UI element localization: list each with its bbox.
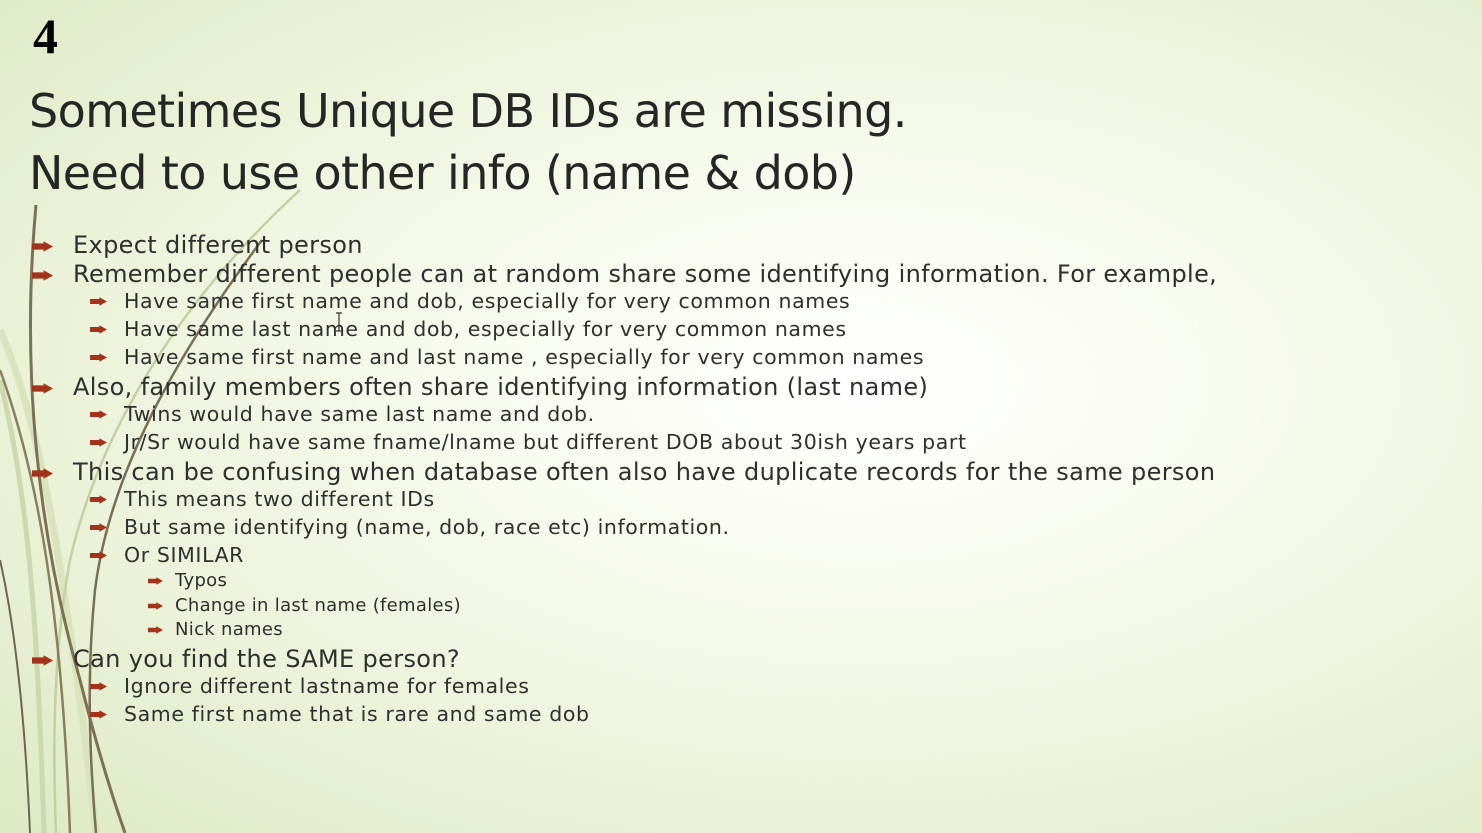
arrow-bullet-icon (90, 353, 107, 362)
bullet-item: Or SIMILAR (0, 541, 1482, 569)
bullet-text: Have same first name and dob, especially… (124, 289, 851, 313)
bullet-item: Have same first name and dob, especially… (0, 287, 1482, 315)
arrow-bullet-icon (90, 551, 107, 560)
bullet-item: Expect different person (0, 229, 1482, 259)
bullet-item: This can be confusing when database ofte… (0, 456, 1482, 486)
bullet-item: Have same last name and dob, especially … (0, 315, 1482, 343)
arrow-bullet-icon (148, 601, 163, 610)
text-cursor-icon (336, 312, 342, 332)
arrow-bullet-icon (90, 297, 107, 306)
bullet-item: Have same first name and last name , esp… (0, 343, 1482, 371)
bullet-item: But same identifying (name, dob, race et… (0, 513, 1482, 541)
arrow-bullet-icon (32, 383, 53, 394)
arrow-bullet-icon (32, 654, 53, 666)
bullet-item: Typos (0, 569, 1482, 594)
bullet-item: Also, family members often share identif… (0, 371, 1482, 401)
bullet-text: Nick names (175, 619, 283, 640)
bullet-item: This means two different IDs (0, 485, 1482, 513)
arrow-bullet-icon (32, 241, 53, 252)
bullet-item: Same first name that is rare and same do… (0, 700, 1482, 728)
bullet-text: Change in last name (females) (175, 594, 461, 616)
slide-title-line: Sometimes Unique DB IDs are missing. (29, 84, 907, 138)
slide-title: Sometimes Unique DB IDs are missing. Nee… (29, 80, 907, 204)
bullet-text: Also, family members often share identif… (73, 373, 929, 401)
bullet-item: Remember different people can at random … (0, 258, 1482, 288)
slide: 4 Sometimes Unique DB IDs are missing. N… (0, 0, 1482, 833)
arrow-bullet-icon (90, 523, 107, 532)
bullet-text: This means two different IDs (124, 487, 435, 511)
bullet-text: Typos (175, 570, 228, 591)
arrow-bullet-icon (90, 709, 107, 719)
arrow-bullet-icon (90, 495, 107, 504)
bullet-item: Nick names (0, 618, 1482, 643)
bullet-text: Jr/Sr would have same fname/lname but di… (124, 430, 967, 454)
bullet-text: Have same first name and last name , esp… (124, 345, 925, 369)
bullet-text: Or SIMILAR (124, 543, 245, 567)
slide-number: 4 (33, 8, 58, 64)
bullet-text: Expect different person (73, 231, 363, 259)
arrow-bullet-icon (90, 438, 107, 447)
slide-title-line: Need to use other info (name & dob) (29, 146, 856, 200)
bullet-item: Ignore different lastname for females (0, 672, 1482, 700)
arrow-bullet-icon (90, 325, 107, 334)
arrow-bullet-icon (32, 270, 53, 281)
arrow-bullet-icon (148, 577, 163, 585)
bullet-text: Same first name that is rare and same do… (124, 701, 590, 726)
bullet-item: Can you find the SAME person? (0, 643, 1482, 673)
arrow-bullet-icon (32, 468, 53, 479)
bullet-item: Twins would have same last name and dob. (0, 400, 1482, 428)
bullet-text: Have same last name and dob, especially … (124, 317, 847, 341)
bullet-text: But same identifying (name, dob, race et… (124, 515, 730, 539)
bullet-text: Twins would have same last name and dob. (124, 402, 595, 426)
arrow-bullet-icon (148, 626, 163, 634)
bullet-list: Expect different person Remember differe… (0, 229, 1482, 728)
arrow-bullet-icon (90, 410, 107, 419)
bullet-text: This can be confusing when database ofte… (73, 458, 1216, 486)
bullet-text: Ignore different lastname for females (124, 673, 530, 698)
bullet-text: Can you find the SAME person? (73, 644, 460, 673)
bullet-item: Jr/Sr would have same fname/lname but di… (0, 428, 1482, 456)
bullet-item: Change in last name (females) (0, 594, 1482, 619)
arrow-bullet-icon (90, 681, 107, 691)
bullet-text: Remember different people can at random … (73, 260, 1218, 288)
